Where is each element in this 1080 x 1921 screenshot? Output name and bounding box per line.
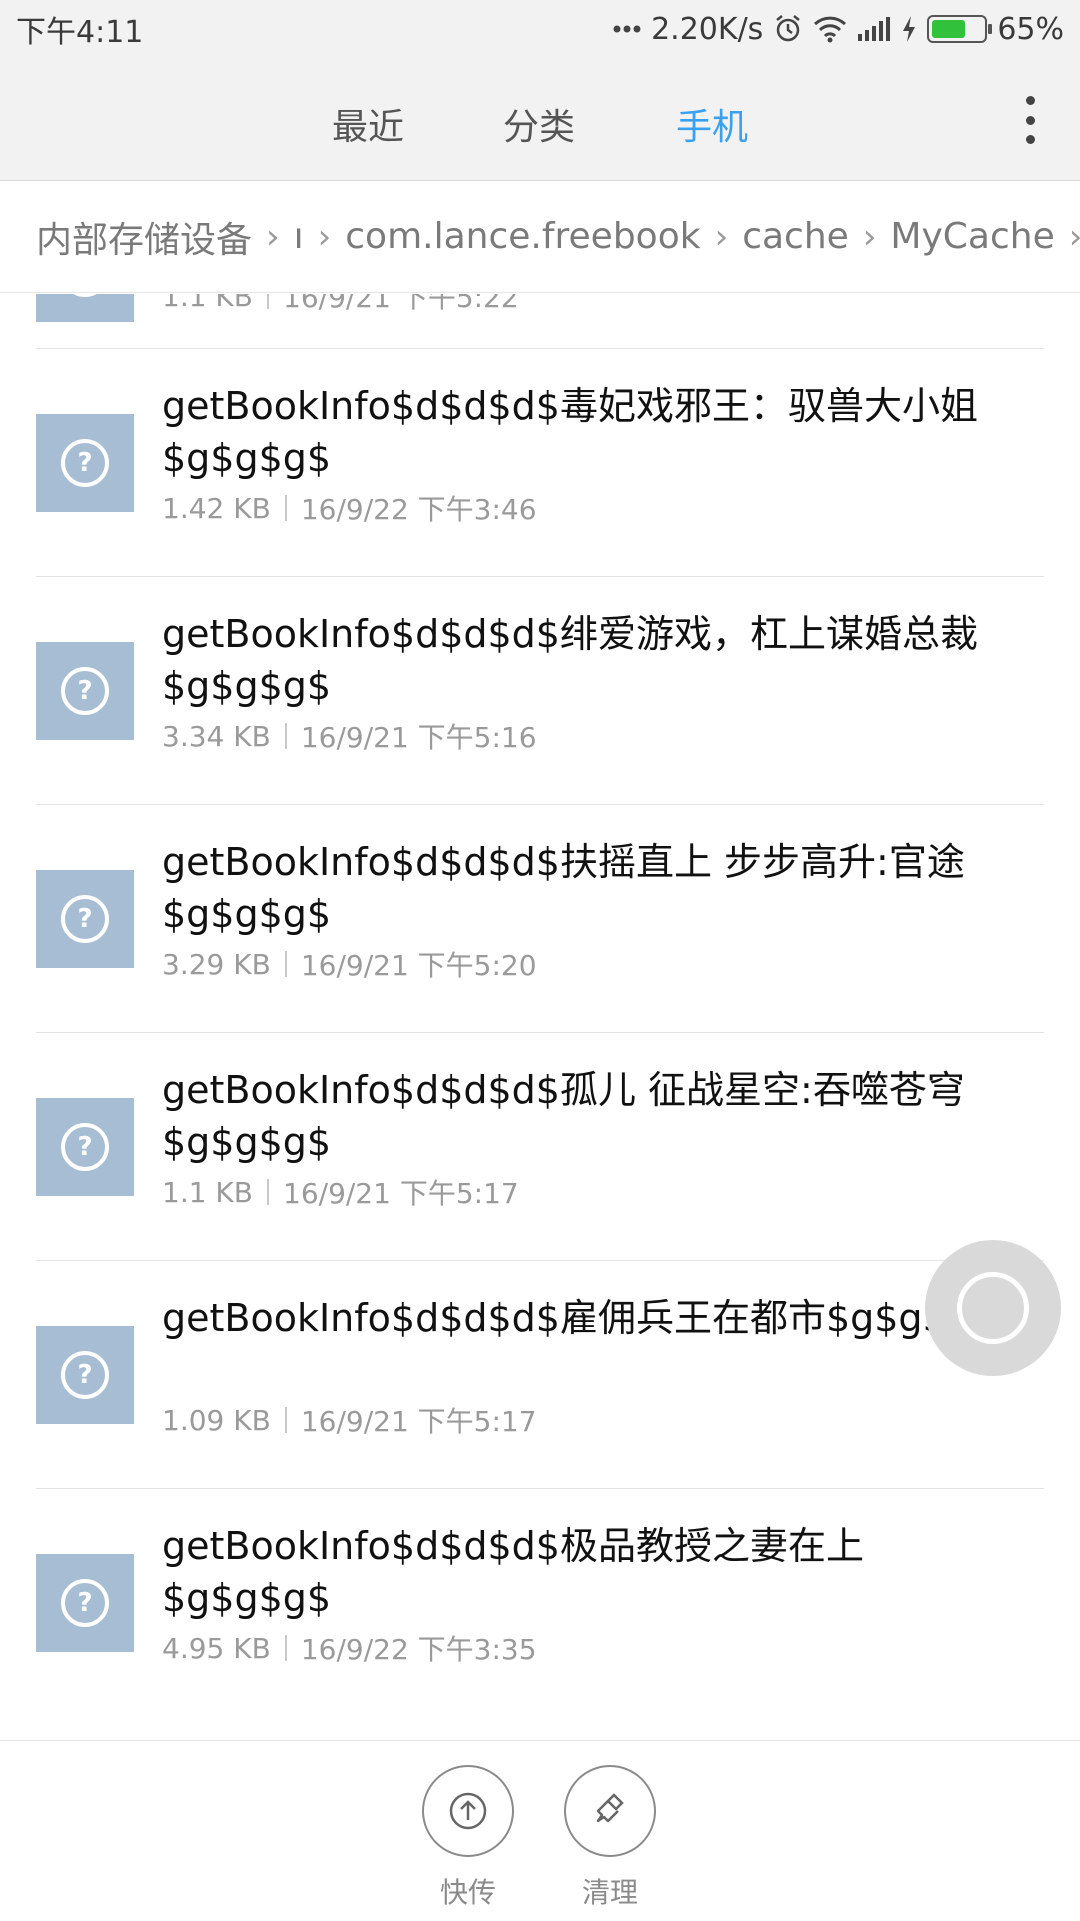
- file-meta: 1.1 KB 16/9/21 下午5:17: [162, 1172, 519, 1212]
- file-date: 16/9/22 下午3:46: [300, 493, 537, 526]
- file-name: getBookInfo$d$d$d$绯爱游戏，杠上谋婚总裁$g$g$g$: [162, 612, 978, 708]
- status-icons: 2.20K/s 65%: [613, 12, 1064, 47]
- file-row[interactable]: ? getBookInfo$d$d$d$雇佣兵王在都市$g$g$g$ 1.09 …: [36, 1260, 1044, 1489]
- file-date: 16/9/22 下午3:35: [300, 1633, 537, 1666]
- broom-icon: [564, 1765, 656, 1857]
- file-row[interactable]: ? 1.1 KB 16/9/21 下午5:22: [36, 294, 1044, 349]
- unknown-file-icon: ?: [36, 414, 134, 512]
- unknown-file-icon: ?: [36, 1554, 134, 1652]
- tab-bar: 最近 分类 手机: [0, 58, 1080, 181]
- chevron-right-icon: ›: [266, 216, 280, 257]
- floating-ball-button[interactable]: [925, 1240, 1061, 1376]
- battery-percent: 65%: [997, 11, 1064, 47]
- network-speed: 2.20K/s: [651, 11, 764, 47]
- crumb-android[interactable]: ı: [294, 216, 304, 257]
- file-meta: 3.29 KB 16/9/21 下午5:20: [162, 944, 537, 984]
- charging-icon: [901, 12, 917, 46]
- file-size: 1.42 KB: [162, 491, 271, 525]
- file-date: 16/9/21 下午5:17: [283, 1177, 519, 1210]
- quick-transfer-label: 快传: [439, 1876, 496, 1909]
- crumb-internal-storage[interactable]: 内部存储设备: [36, 211, 252, 263]
- file-size: 3.29 KB: [162, 947, 271, 981]
- tab-recent[interactable]: 最近: [332, 98, 404, 150]
- crumb-package[interactable]: com.lance.freebook: [345, 216, 700, 257]
- signal-icon: [857, 12, 891, 46]
- file-meta: 3.34 KB 16/9/21 下午5:16: [162, 716, 537, 756]
- file-row[interactable]: ? getBookInfo$d$d$d$极品教授之妻在上$g$g$g$ 4.95…: [36, 1488, 1044, 1716]
- more-options-icon[interactable]: [1020, 96, 1040, 144]
- file-name: getBookInfo$d$d$d$极品教授之妻在上$g$g$g$: [162, 1524, 864, 1620]
- clean-label: 清理: [581, 1876, 638, 1909]
- file-row[interactable]: ? getBookInfo$d$d$d$扶摇直上 步步高升:官途$g$g$g$ …: [36, 804, 1044, 1033]
- status-time: 下午4:11: [16, 15, 144, 50]
- chevron-right-icon: ›: [1069, 217, 1080, 257]
- file-row[interactable]: ? getBookInfo$d$d$d$孤儿 征战星空:吞噬苍穹$g$g$g$ …: [36, 1032, 1044, 1261]
- file-date: 16/9/21 下午5:20: [300, 949, 537, 982]
- tab-phone[interactable]: 手机: [676, 98, 748, 150]
- quick-transfer-button[interactable]: 快传: [420, 1765, 516, 1911]
- file-row[interactable]: ? getBookInfo$d$d$d$绯爱游戏，杠上谋婚总裁$g$g$g$ 3…: [36, 576, 1044, 805]
- status-bar: 下午4:11 2.20K/s 65%: [0, 0, 1080, 58]
- crumb-cache[interactable]: cache: [742, 216, 849, 257]
- crumb-mycache[interactable]: MyCache: [890, 216, 1054, 257]
- unknown-file-icon: ?: [36, 294, 134, 322]
- unknown-file-icon: ?: [36, 642, 134, 740]
- file-row[interactable]: ? getBookInfo$d$d$d$毒妃戏邪王：驭兽大小姐$g$g$g$ 1…: [36, 348, 1044, 577]
- circle-icon: [957, 1272, 1029, 1344]
- file-list: ? 1.1 KB 16/9/21 下午5:22 ? getBookInfo$d$d…: [0, 294, 1080, 1740]
- file-meta: 1.1 KB 16/9/21 下午5:22: [162, 294, 519, 316]
- file-name: getBookInfo$d$d$d$孤儿 征战星空:吞噬苍穹$g$g$g$: [162, 1068, 965, 1164]
- chevron-right-icon: ›: [317, 216, 332, 257]
- clean-button[interactable]: 清理: [562, 1765, 658, 1911]
- more-dots-icon: [613, 12, 641, 46]
- file-date: 16/9/21 下午5:22: [283, 294, 519, 314]
- breadcrumb: 内部存储设备 › ı › com.lance.freebook › cache …: [0, 181, 1080, 293]
- file-meta: 4.95 KB 16/9/22 下午3:35: [162, 1628, 537, 1668]
- wifi-icon: [813, 12, 847, 46]
- tab-category[interactable]: 分类: [503, 98, 575, 150]
- unknown-file-icon: ?: [36, 1098, 134, 1196]
- battery-icon: [927, 12, 993, 46]
- file-meta: 1.09 KB 16/9/21 下午5:17: [162, 1400, 537, 1440]
- file-size: 1.1 KB: [162, 294, 253, 313]
- chevron-right-icon: ›: [862, 216, 877, 257]
- file-size: 1.09 KB: [162, 1403, 271, 1437]
- unknown-file-icon: ?: [36, 1326, 134, 1424]
- file-date: 16/9/21 下午5:16: [300, 721, 537, 754]
- bottom-action-bar: 快传 清理: [0, 1740, 1080, 1921]
- file-name: getBookInfo$d$d$d$毒妃戏邪王：驭兽大小姐$g$g$g$: [162, 384, 978, 480]
- alarm-icon: [773, 12, 803, 46]
- file-meta: 1.42 KB 16/9/22 下午3:46: [162, 488, 537, 528]
- chevron-right-icon: ›: [714, 216, 729, 257]
- unknown-file-icon: ?: [36, 870, 134, 968]
- file-name: getBookInfo$d$d$d$雇佣兵王在都市$g$g$g$: [162, 1296, 996, 1340]
- file-date: 16/9/21 下午5:17: [300, 1405, 537, 1438]
- file-name: getBookInfo$d$d$d$扶摇直上 步步高升:官途$g$g$g$: [162, 840, 965, 936]
- upload-arrow-icon: [422, 1765, 514, 1857]
- file-size: 4.95 KB: [162, 1631, 271, 1665]
- file-size: 3.34 KB: [162, 719, 271, 753]
- file-size: 1.1 KB: [162, 1175, 253, 1209]
